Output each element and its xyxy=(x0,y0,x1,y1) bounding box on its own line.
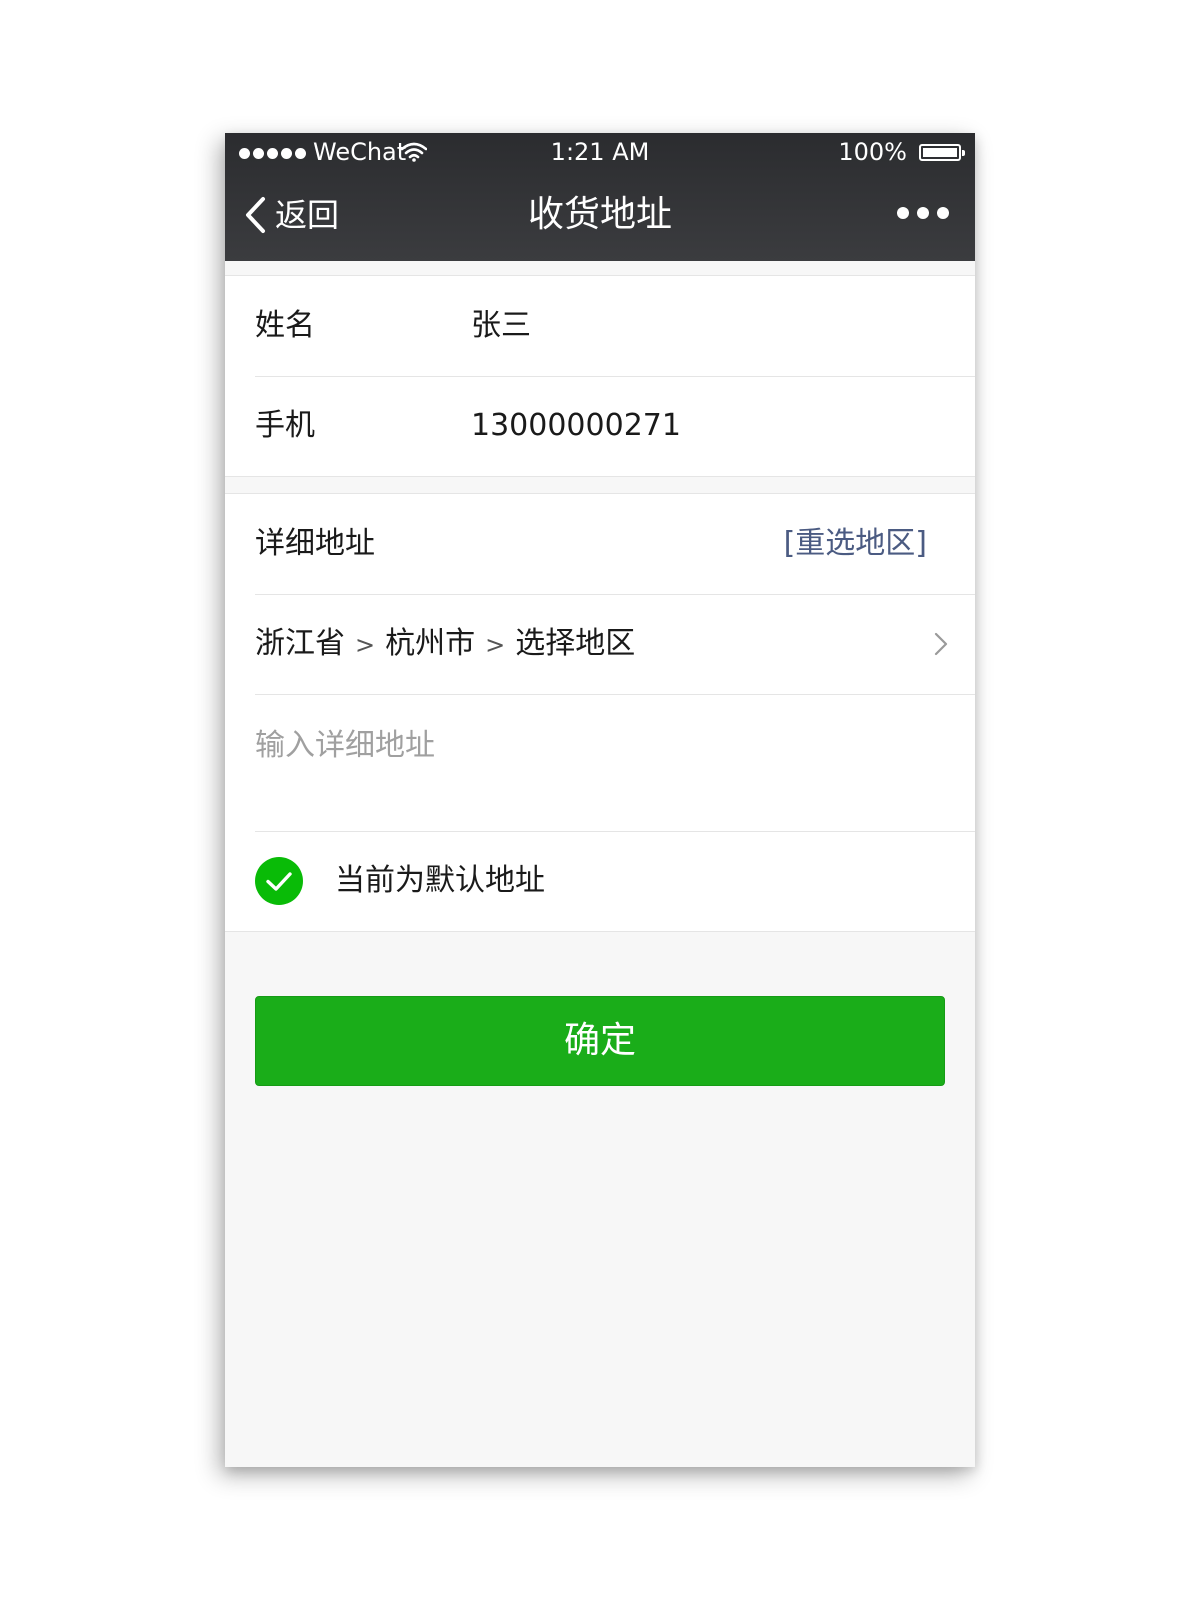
more-dots-icon[interactable] xyxy=(897,207,949,219)
back-chevron-icon xyxy=(246,197,265,233)
back-label: 返回 xyxy=(275,196,340,234)
region-selector-row[interactable]: 浙江省 > 杭州市 > 选择地区 xyxy=(225,594,975,694)
region-separator: > xyxy=(355,631,376,659)
navigation-bar: 返回 收货地址 xyxy=(225,173,975,261)
default-address-label: 当前为默认地址 xyxy=(335,863,545,898)
battery-percentage: 100% xyxy=(838,138,907,166)
city-text: 杭州市 xyxy=(385,626,476,661)
name-row[interactable]: 姓名 张三 xyxy=(225,276,975,376)
region-path: 浙江省 > 杭州市 > 选择地区 xyxy=(255,594,635,695)
address-group: 详细地址 [重选地区] 浙江省 > 杭州市 > 选择地区 当前为默认地址 xyxy=(225,493,975,932)
battery-icon xyxy=(919,144,965,161)
district-text: 选择地区 xyxy=(515,626,636,661)
phone-field[interactable]: 13000000271 xyxy=(471,376,681,476)
reselect-region-link[interactable]: [重选地区] xyxy=(784,494,927,594)
phone-screen: WeChat 1:21 AM 100% 返回 收货地址 姓名 张三 手机 130… xyxy=(225,133,975,1467)
province-text: 浙江省 xyxy=(255,626,345,661)
phone-row[interactable]: 手机 13000000271 xyxy=(225,376,975,476)
detail-address-header-row: 详细地址 [重选地区] xyxy=(225,494,975,594)
status-bar: WeChat 1:21 AM 100% xyxy=(225,133,975,173)
phone-label: 手机 xyxy=(255,408,315,443)
detail-address-input[interactable] xyxy=(255,720,945,810)
detail-address-label: 详细地址 xyxy=(255,526,375,561)
back-button[interactable]: 返回 xyxy=(243,195,339,235)
name-field[interactable]: 张三 xyxy=(471,276,531,376)
confirm-button[interactable]: 确定 xyxy=(255,996,945,1086)
top-bar: WeChat 1:21 AM 100% 返回 收货地址 xyxy=(225,133,975,261)
detail-address-input-row xyxy=(225,694,975,831)
checkmark-circle-icon[interactable] xyxy=(255,857,303,905)
region-separator: > xyxy=(485,631,506,659)
default-address-toggle[interactable]: 当前为默认地址 xyxy=(225,831,975,931)
name-label: 姓名 xyxy=(255,308,315,343)
chevron-right-icon xyxy=(934,632,948,656)
contact-group: 姓名 张三 手机 13000000271 xyxy=(225,275,975,477)
